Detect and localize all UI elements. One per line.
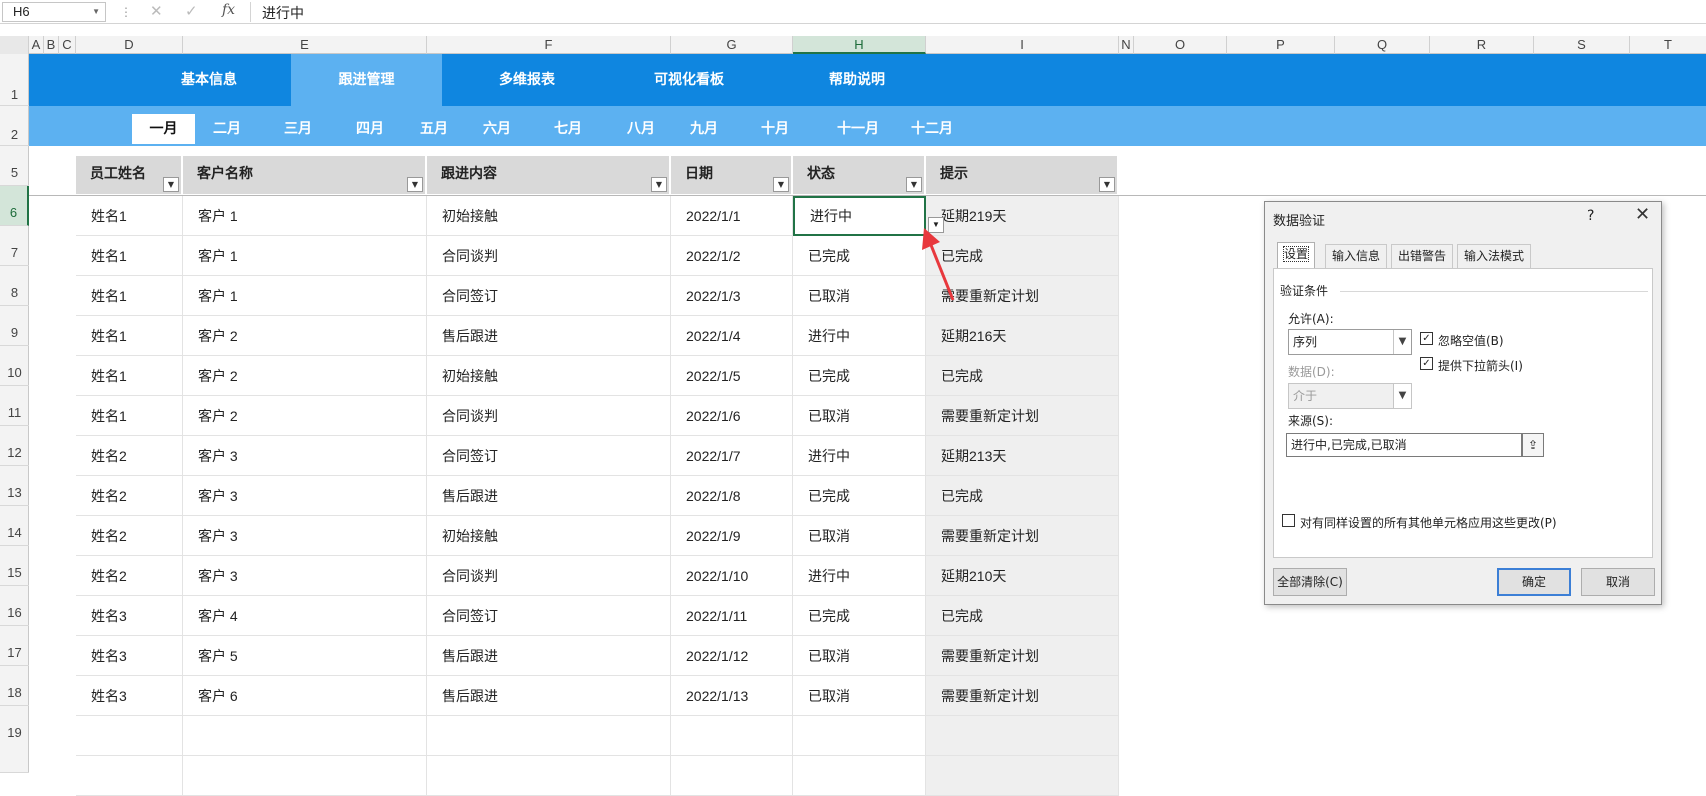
dropdown-arrow-checkbox[interactable]: ✓ bbox=[1420, 357, 1433, 370]
clear-all-button[interactable]: 全部清除(C) bbox=[1273, 568, 1347, 596]
chevron-down-icon[interactable]: ▼ bbox=[1393, 330, 1411, 354]
ignore-blank-checkbox[interactable]: ✓ bbox=[1420, 332, 1433, 345]
range-select-icon[interactable]: ⇪ bbox=[1522, 433, 1544, 457]
red-arrow-line bbox=[927, 239, 955, 301]
close-icon[interactable]: ✕ bbox=[1635, 204, 1650, 225]
ignore-blank-label[interactable]: 忽略空值(B) bbox=[1438, 332, 1504, 349]
tab-settings[interactable]: 设置 bbox=[1277, 242, 1316, 269]
tab-label: 输入信息 bbox=[1332, 249, 1381, 263]
chevron-down-icon: ▼ bbox=[1393, 384, 1411, 408]
apply-all-checkbox[interactable] bbox=[1282, 514, 1295, 527]
ok-button[interactable]: 确定 bbox=[1497, 568, 1571, 596]
allow-select[interactable]: 序列 ▼ bbox=[1288, 329, 1412, 355]
settings-panel: 验证条件 允许(A): 序列 ▼ ✓ 忽略空值(B) ✓ 提供下拉箭头(I) 数据… bbox=[1273, 268, 1653, 558]
tab-label: 设置 bbox=[1282, 246, 1310, 262]
tab-input-message[interactable]: 输入信息 bbox=[1325, 244, 1388, 268]
data-select: 介于 ▼ bbox=[1288, 383, 1412, 409]
tab-label: 输入法模式 bbox=[1464, 249, 1525, 263]
data-validation-dialog: 数据验证 ? ✕ 设置 输入信息 出错警告 输入法模式 验证条件 允许(A): … bbox=[1264, 201, 1662, 605]
tab-label: 出错警告 bbox=[1398, 249, 1447, 263]
apply-all-label[interactable]: 对有同样设置的所有其他单元格应用这些更改(P) bbox=[1300, 514, 1557, 531]
help-icon[interactable]: ? bbox=[1587, 208, 1594, 224]
group-label: 验证条件 bbox=[1280, 284, 1329, 298]
data-label: 数据(D): bbox=[1288, 365, 1335, 379]
tab-error-alert[interactable]: 出错警告 bbox=[1391, 244, 1454, 268]
source-label: 来源(S): bbox=[1288, 414, 1334, 428]
allow-label: 允许(A): bbox=[1288, 312, 1334, 326]
group-divider bbox=[1340, 291, 1648, 292]
tab-ime-mode[interactable]: 输入法模式 bbox=[1457, 244, 1532, 268]
allow-value: 序列 bbox=[1293, 335, 1318, 349]
dialog-title: 数据验证 bbox=[1273, 214, 1326, 229]
source-input[interactable]: 进行中,已完成,已取消 bbox=[1286, 433, 1522, 457]
cancel-button[interactable]: 取消 bbox=[1581, 568, 1655, 596]
dropdown-arrow-label[interactable]: 提供下拉箭头(I) bbox=[1438, 357, 1523, 374]
data-value: 介于 bbox=[1293, 389, 1318, 403]
